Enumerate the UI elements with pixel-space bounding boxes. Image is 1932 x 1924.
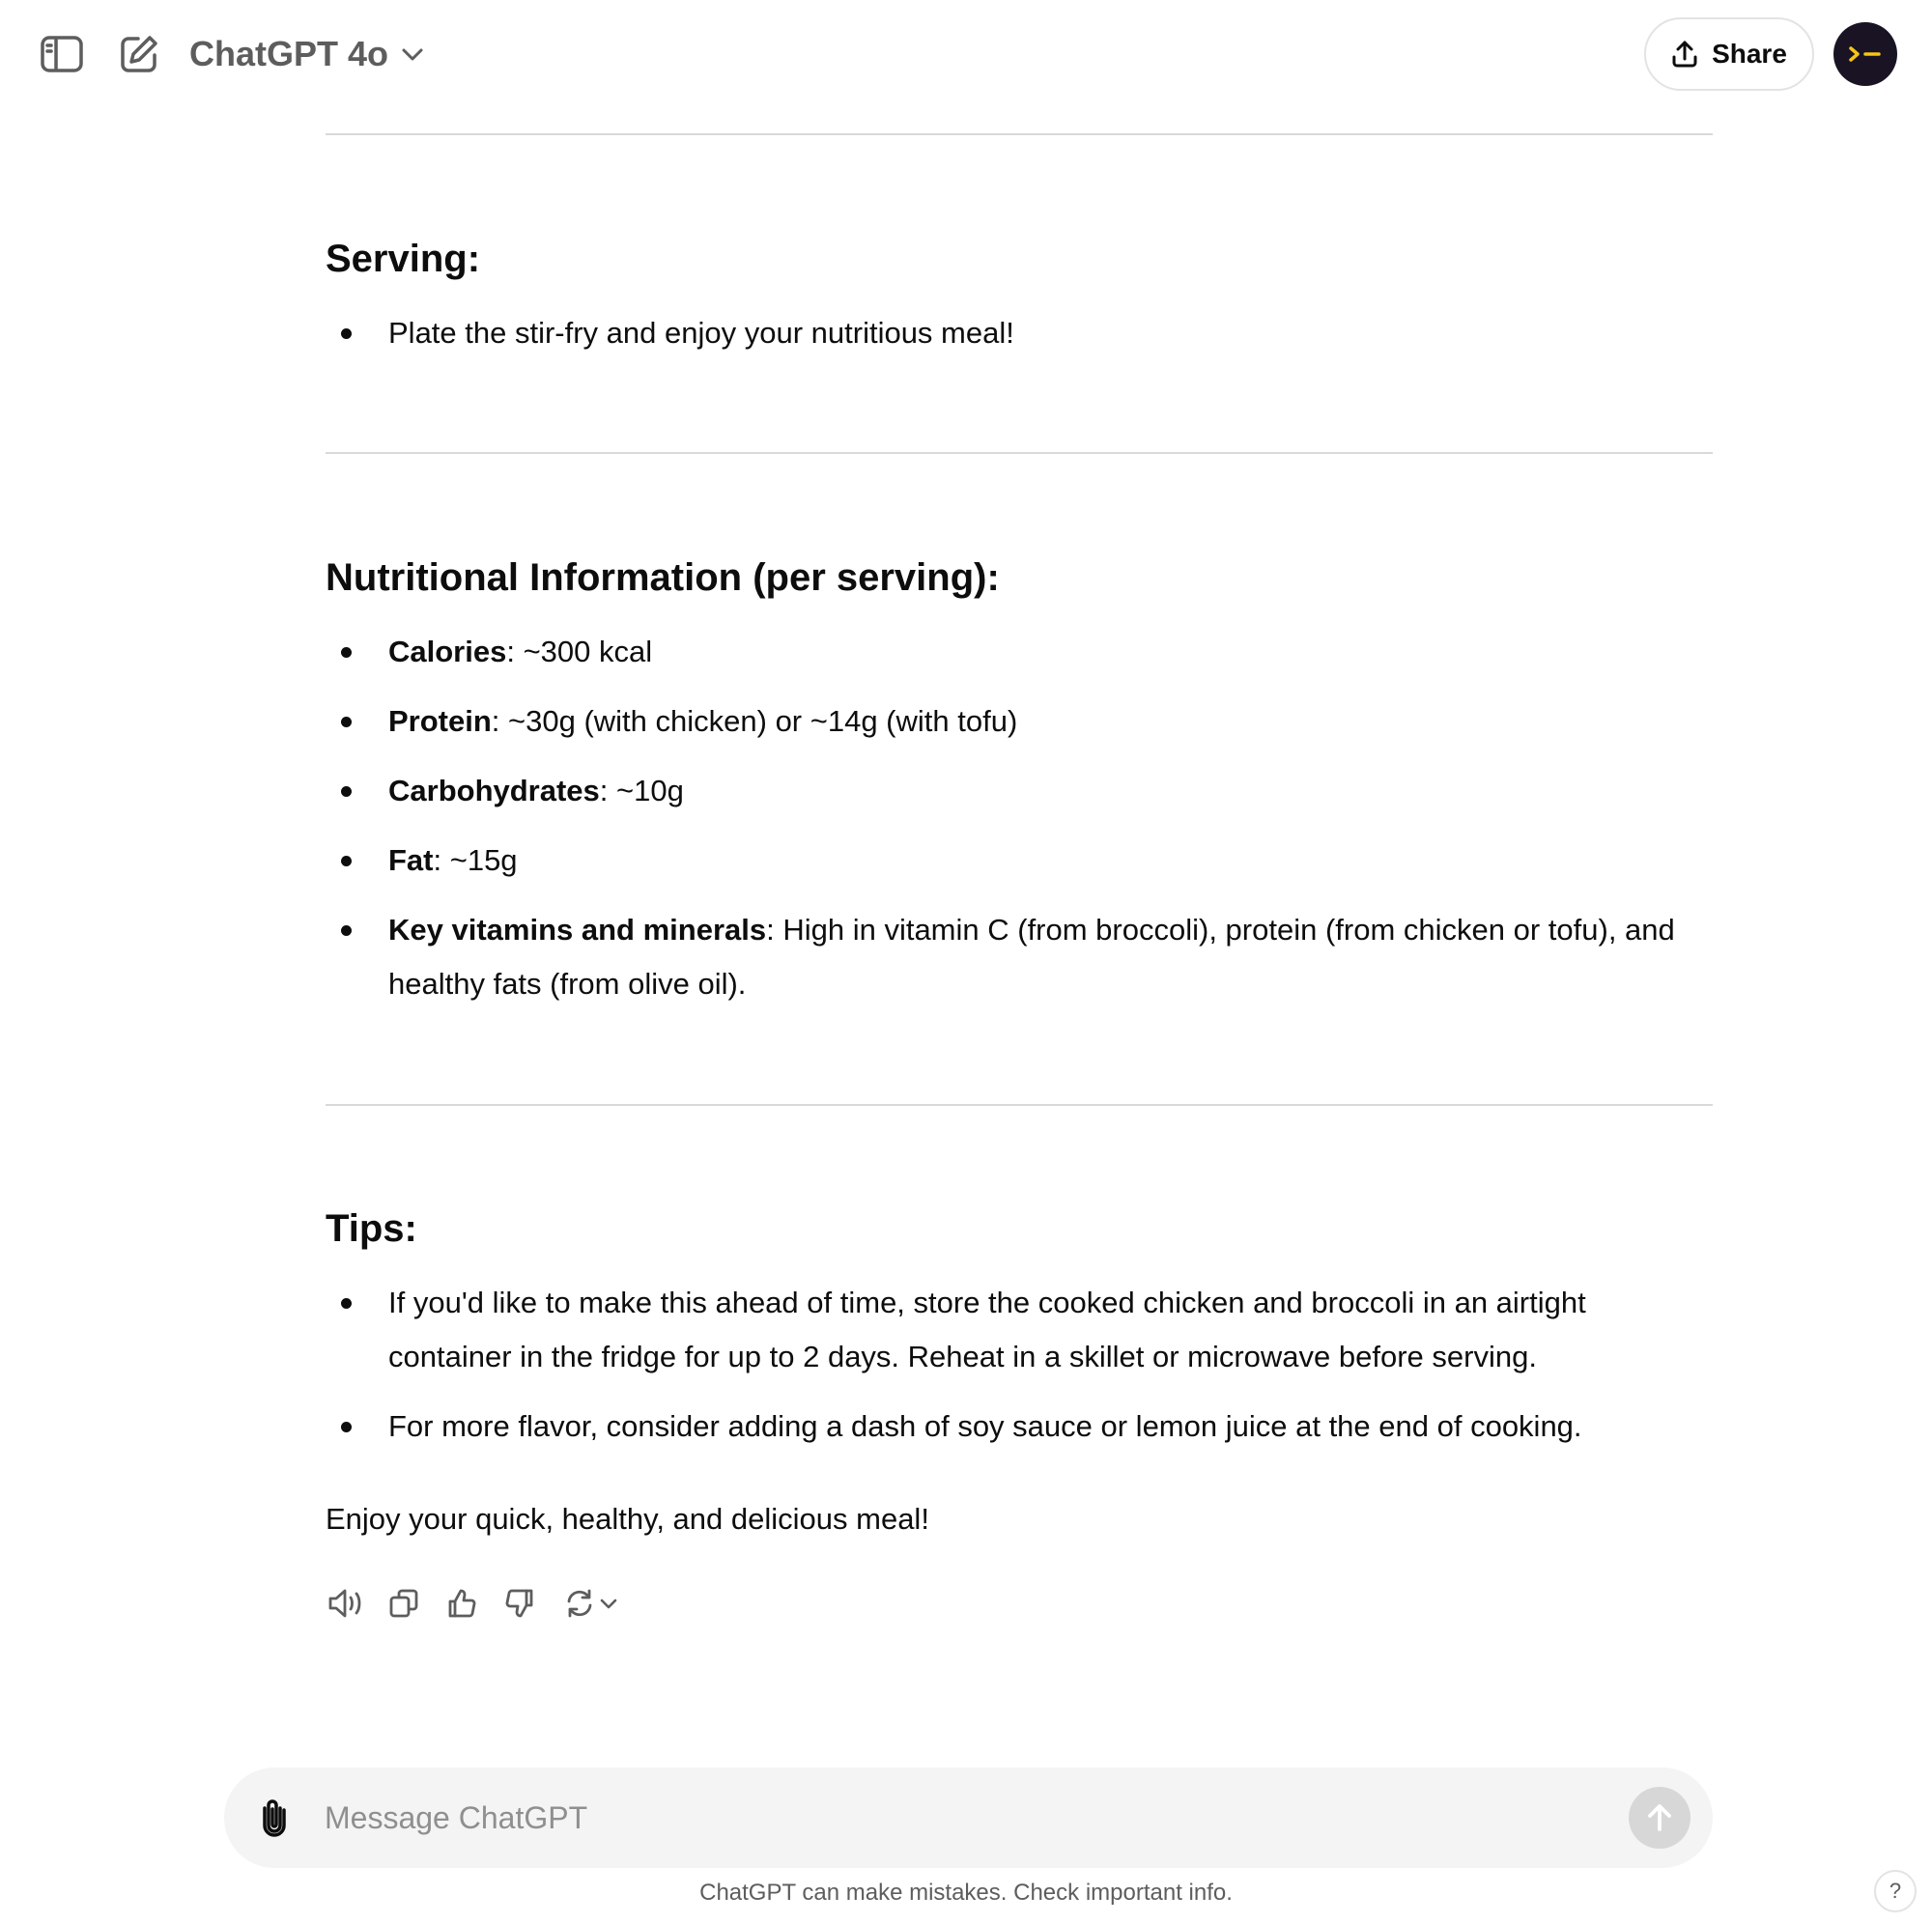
sidebar-icon: [41, 36, 83, 72]
nutrition-heading: Nutritional Information (per serving):: [326, 556, 1000, 599]
copy-button[interactable]: [384, 1583, 424, 1624]
serving-heading: Serving:: [326, 238, 481, 280]
model-name: ChatGPT 4o: [189, 34, 389, 73]
bullet-icon: [341, 647, 352, 658]
message-actions: [326, 1574, 625, 1632]
attach-button[interactable]: [247, 1791, 301, 1845]
top-bar: ChatGPT 4o Share: [0, 0, 1932, 108]
list-item: Protein: ~30g (with chicken) or ~14g (wi…: [326, 694, 1713, 749]
share-label: Share: [1712, 39, 1787, 69]
share-icon: [1672, 41, 1697, 68]
divider: [326, 452, 1713, 454]
composer: [224, 1768, 1713, 1868]
new-chat-button[interactable]: [108, 23, 170, 85]
regenerate-icon: [567, 1589, 592, 1618]
copy-icon: [389, 1589, 418, 1618]
list-item: For more flavor, consider adding a dash …: [326, 1400, 1713, 1454]
divider: [326, 1104, 1713, 1106]
bullet-icon: [341, 925, 352, 936]
help-button[interactable]: ?: [1874, 1870, 1917, 1912]
share-button[interactable]: Share: [1644, 17, 1814, 91]
edit-icon: [121, 36, 157, 72]
chevron-down-icon: [600, 1599, 617, 1609]
bullet-icon: [341, 786, 352, 797]
terminal-icon: [1849, 46, 1881, 62]
bullet-icon: [341, 856, 352, 866]
bullet-icon: [341, 1422, 352, 1432]
send-button[interactable]: [1629, 1787, 1690, 1849]
chevron-down-icon: [402, 48, 423, 61]
read-aloud-icon: [328, 1589, 361, 1618]
bullet-icon: [341, 328, 352, 339]
bullet-icon: [341, 1298, 352, 1309]
read-aloud-button[interactable]: [326, 1583, 366, 1624]
thumbs-down-icon: [505, 1589, 533, 1618]
paperclip-icon: [263, 1799, 286, 1837]
list-item: Key vitamins and minerals: High in vitam…: [326, 903, 1713, 1011]
thumbs-down-button[interactable]: [499, 1583, 540, 1624]
list-item: Carbohydrates: ~10g: [326, 764, 1713, 818]
list-item: Fat: ~15g: [326, 834, 1713, 888]
divider: [326, 133, 1713, 135]
tips-heading: Tips:: [326, 1207, 417, 1250]
thumbs-up-icon: [448, 1589, 476, 1618]
list-item: Plate the stir-fry and enjoy your nutrit…: [326, 306, 1713, 360]
regenerate-button[interactable]: [557, 1583, 625, 1624]
list-item: If you'd like to make this ahead of time…: [326, 1276, 1713, 1384]
avatar[interactable]: [1833, 22, 1897, 86]
model-switcher[interactable]: ChatGPT 4o: [189, 27, 425, 81]
thumbs-up-button[interactable]: [441, 1583, 482, 1624]
chat-page: ChatGPT 4o Share Serving: Plate the stir…: [0, 0, 1932, 1924]
bullet-icon: [341, 717, 352, 727]
message-input[interactable]: [325, 1787, 1571, 1849]
disclaimer: ChatGPT can make mistakes. Check importa…: [699, 1880, 1233, 1906]
sidebar-toggle-button[interactable]: [31, 23, 93, 85]
arrow-up-icon: [1648, 1804, 1671, 1831]
closing-text: Enjoy your quick, healthy, and delicious…: [326, 1502, 929, 1536]
list-item: Calories: ~300 kcal: [326, 625, 1713, 679]
